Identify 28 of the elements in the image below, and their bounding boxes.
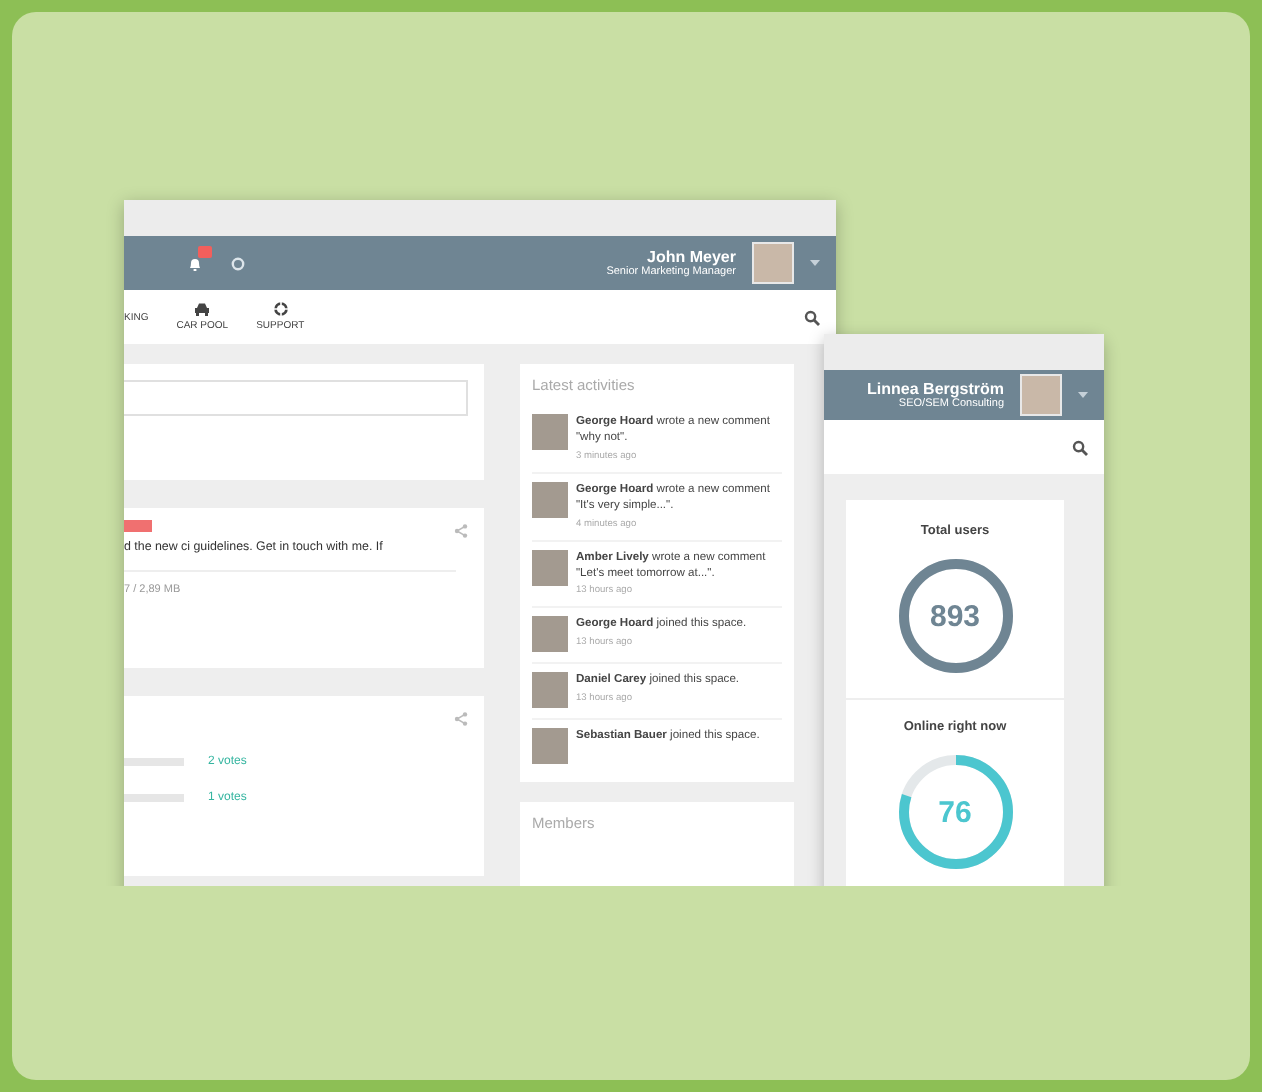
bell-icon	[188, 255, 202, 271]
user-name: Linnea Bergström	[867, 380, 1004, 398]
notification-badge	[198, 245, 212, 257]
share-icon[interactable]	[454, 712, 468, 726]
search-icon[interactable]	[804, 309, 820, 325]
caret-icon[interactable]	[810, 259, 820, 267]
share-icon[interactable]	[454, 524, 468, 538]
avatar-photo	[532, 616, 568, 653]
donut-ring	[898, 755, 1012, 869]
avatar-photo[interactable]	[752, 242, 794, 284]
avatar-photo[interactable]	[1020, 374, 1062, 416]
gear-icon[interactable]	[230, 255, 246, 271]
avatar-photo	[532, 672, 568, 709]
stat-value: 893	[927, 597, 983, 637]
user-name: John Meyer	[647, 248, 736, 266]
caret-icon[interactable]	[1078, 391, 1088, 399]
car-icon	[194, 302, 211, 316]
avatar-photo	[532, 728, 568, 765]
donut-ring	[898, 559, 1012, 673]
search-icon[interactable]	[1072, 439, 1088, 455]
avatar-photo	[532, 481, 568, 518]
stat-value: 76	[936, 793, 974, 833]
avatar-photo	[532, 414, 568, 450]
notification-button[interactable]	[188, 245, 214, 271]
input-field[interactable]	[124, 380, 468, 416]
label-tag	[124, 520, 152, 532]
lifebuoy-icon	[273, 302, 288, 316]
avatar-photo	[532, 549, 568, 586]
